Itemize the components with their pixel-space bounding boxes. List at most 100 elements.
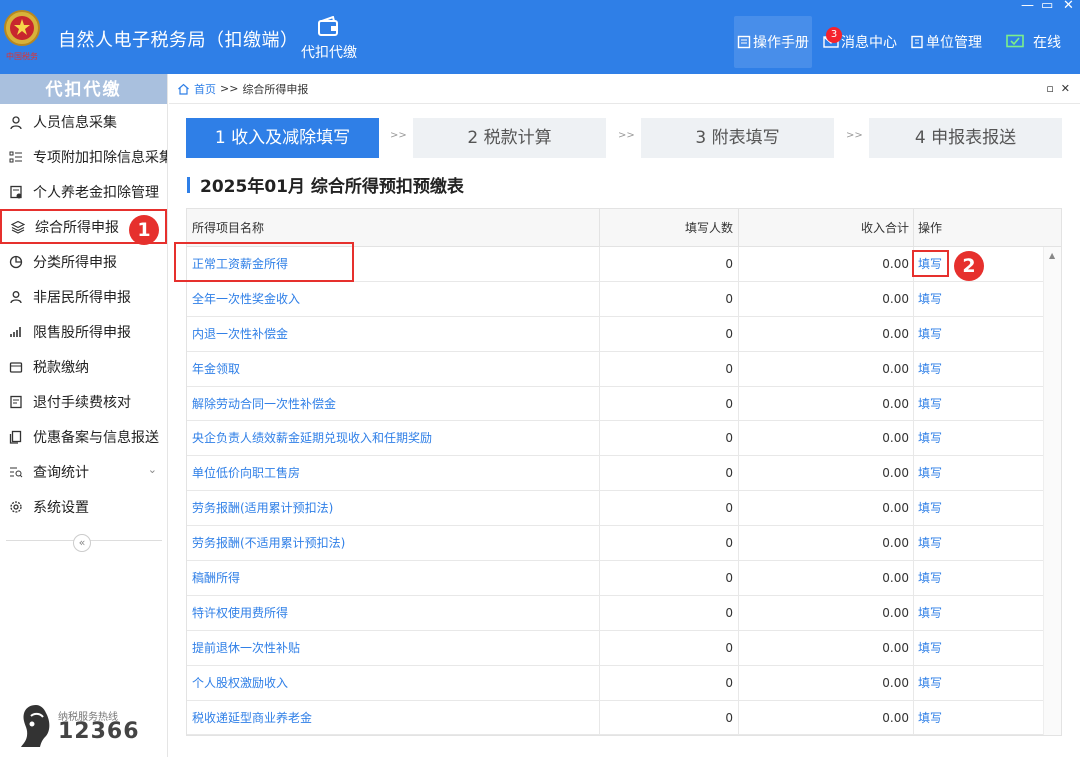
module-daikou[interactable]: 代扣代缴: [296, 16, 362, 62]
step-marker-2: 2: [954, 251, 984, 281]
income-item-link[interactable]: 劳务报酬(不适用累计预扣法): [187, 526, 600, 561]
fill-link[interactable]: 填写: [914, 701, 1044, 735]
income-item-link[interactable]: 稿酬所得: [187, 561, 600, 595]
step-arrow: >>: [390, 130, 407, 141]
home-icon: [178, 83, 189, 95]
income-item-link[interactable]: 个人股权激励收入: [187, 665, 600, 700]
table-row: 劳务报酬(不适用累计预扣法) 0 0.00 填写: [187, 526, 1061, 562]
income-cell: 0.00: [739, 281, 914, 316]
sidebar-item-label: 非居民所得申报: [33, 289, 131, 306]
highlight-box-row: [174, 242, 354, 282]
income-cell: 0.00: [739, 247, 914, 281]
table-scrollbar[interactable]: ▲: [1043, 247, 1061, 735]
sidebar-item-1[interactable]: 人员信息采集: [0, 104, 167, 139]
copy-icon: [9, 430, 22, 444]
manual-button[interactable]: 操作手册: [734, 16, 812, 68]
income-item-link[interactable]: 解除劳动合同一次性补偿金: [187, 386, 600, 421]
fill-link[interactable]: 填写: [914, 421, 1044, 455]
table-row: 单位低价向职工售房 0 0.00 填写: [187, 456, 1061, 492]
sidebar-item-5[interactable]: 分类所得申报: [0, 244, 167, 279]
sidebar-item-10[interactable]: 优惠备案与信息报送: [0, 419, 167, 454]
message-label: 消息中心: [841, 35, 897, 51]
income-cell: 0.00: [739, 386, 914, 421]
step-arrow: >>: [618, 130, 635, 141]
income-item-link[interactable]: 央企负责人绩效薪金延期兑现收入和任期奖励: [187, 421, 600, 456]
breadcrumb-home-link[interactable]: 首页: [194, 81, 216, 97]
chevron-down-icon: ⌄: [147, 463, 157, 476]
fill-link[interactable]: 填写: [914, 596, 1044, 630]
count-cell: 0: [600, 526, 739, 561]
step-submit[interactable]: 4 申报表报送: [869, 118, 1062, 158]
fill-link[interactable]: 填写: [914, 317, 1044, 351]
bar-chart-icon: [10, 326, 21, 337]
income-cell: 0.00: [739, 351, 914, 386]
step-marker-1: 1: [129, 215, 159, 245]
fill-link[interactable]: 填写: [914, 456, 1044, 490]
income-table: 所得项目名称 填写人数 收入合计 操作 正常工资薪金所得 0 0.00 填写 全年一次性…: [186, 208, 1062, 736]
minimize-icon[interactable]: —: [1021, 0, 1034, 13]
fill-link[interactable]: 填写: [914, 561, 1044, 595]
step-income[interactable]: 1 收入及减除填写: [186, 118, 379, 158]
sidebar-item-7[interactable]: 限售股所得申报: [0, 314, 167, 349]
income-item-link[interactable]: 内退一次性补偿金: [187, 316, 600, 351]
table-title: 2025年01月 综合所得预扣预缴表: [187, 172, 464, 197]
header-action: 操作: [918, 221, 943, 235]
scroll-up-icon[interactable]: ▲: [1049, 251, 1055, 260]
income-item-link[interactable]: 提前退休一次性补贴: [187, 630, 600, 665]
gear-icon: [10, 500, 22, 513]
sidebar-item-3[interactable]: 个人养老金扣除管理: [0, 174, 167, 209]
count-cell: 0: [600, 351, 739, 386]
table-row: 内退一次性补偿金 0 0.00 填写: [187, 316, 1061, 352]
maximize-icon[interactable]: ▭: [1041, 0, 1053, 13]
income-item-link[interactable]: 税收递延型商业养老金: [187, 700, 600, 735]
fill-link[interactable]: 填写: [914, 526, 1044, 560]
count-cell: 0: [600, 386, 739, 421]
collapse-sidebar-button[interactable]: «: [73, 534, 91, 552]
income-cell: 0.00: [739, 456, 914, 491]
unit-management-button[interactable]: 单位管理: [910, 16, 982, 68]
fill-link[interactable]: 填写: [914, 352, 1044, 386]
module-label: 代扣代缴: [301, 45, 357, 61]
sidebar-item-2[interactable]: 专项附加扣除信息采集: [0, 139, 167, 174]
count-cell: 0: [600, 561, 739, 595]
income-cell: 0.00: [739, 700, 914, 735]
income-cell: 0.00: [739, 561, 914, 595]
monitor-check-icon: [1006, 34, 1024, 48]
sidebar-item-11[interactable]: 查询统计 ⌄: [0, 454, 167, 489]
income-item-link[interactable]: 特许权使用费所得: [187, 595, 600, 630]
fill-link[interactable]: 填写: [914, 491, 1044, 525]
sidebar-item-label: 限售股所得申报: [33, 324, 131, 341]
step-tax-calculation[interactable]: 2 税款计算: [413, 118, 606, 158]
count-cell: 0: [600, 595, 739, 630]
income-item-link[interactable]: 全年一次性奖金收入: [187, 281, 600, 316]
fill-link[interactable]: 填写: [914, 666, 1044, 700]
sidebar-item-12[interactable]: 系统设置: [0, 489, 167, 524]
sidebar-item-6[interactable]: 非居民所得申报: [0, 279, 167, 314]
sidebar-item-label: 人员信息采集: [33, 114, 117, 131]
tab-restore-icon[interactable]: ▫: [1046, 82, 1053, 95]
fill-link[interactable]: 填写: [914, 387, 1044, 421]
table-row: 年金领取 0 0.00 填写: [187, 351, 1061, 387]
table-row: 解除劳动合同一次性补偿金 0 0.00 填写: [187, 386, 1061, 422]
highlight-box-fill: [912, 250, 949, 277]
online-label: 在线: [1033, 35, 1061, 51]
sidebar-item-label: 综合所得申报: [35, 219, 119, 236]
step-schedule[interactable]: 3 附表填写: [641, 118, 834, 158]
income-item-link[interactable]: 单位低价向职工售房: [187, 456, 600, 491]
count-cell: 0: [600, 281, 739, 316]
sidebar-item-8[interactable]: 税款缴纳: [0, 349, 167, 384]
sidebar-item-label: 个人养老金扣除管理: [33, 184, 159, 201]
close-icon[interactable]: ✕: [1063, 0, 1074, 13]
manual-label: 操作手册: [753, 35, 809, 51]
fill-link[interactable]: 填写: [914, 631, 1044, 665]
fill-link[interactable]: 填写: [914, 282, 1044, 316]
hotline-block: 纳税服务热线 12366: [18, 702, 158, 752]
sidebar-item-9[interactable]: 退付手续费核对: [0, 384, 167, 419]
header-item-name: 所得项目名称: [187, 209, 600, 246]
income-item-link[interactable]: 劳务报酬(适用累计预扣法): [187, 491, 600, 526]
income-item-link[interactable]: 年金领取: [187, 351, 600, 386]
header-income: 收入合计: [739, 209, 914, 246]
search-list-icon: [10, 467, 23, 477]
tab-close-icon[interactable]: ✕: [1061, 82, 1070, 95]
layers-icon: [11, 220, 25, 234]
